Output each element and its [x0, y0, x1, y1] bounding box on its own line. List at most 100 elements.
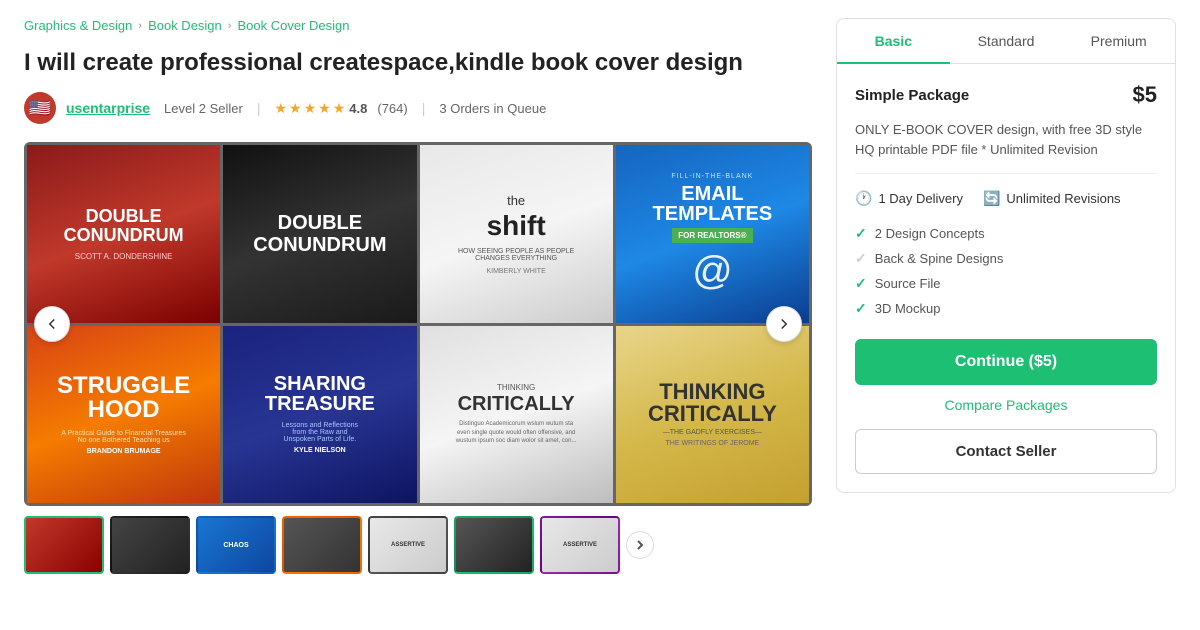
- cover-title-3: shift: [487, 212, 546, 240]
- package-tabs: Basic Standard Premium: [837, 19, 1175, 64]
- breadcrumb-link-3[interactable]: Book Cover Design: [237, 18, 349, 33]
- tab-premium[interactable]: Premium: [1062, 19, 1175, 63]
- delivery-info: 🕐 1 Day Delivery 🔄 Unlimited Revisions: [855, 190, 1157, 207]
- check-icon-2: ✓: [855, 250, 867, 267]
- cover-subtitle-4: FOR REALTORS®: [672, 228, 752, 243]
- thumbnail-5[interactable]: ASSERTIVE: [368, 516, 448, 574]
- feature-3: ✓ Source File: [855, 271, 1157, 296]
- cover-author-3: KIMBERLY WHITE: [486, 268, 545, 275]
- cover-title-1: DOUBLECONUNDRUM: [64, 207, 184, 247]
- package-content: Simple Package $5 ONLY E-BOOK COVER desi…: [837, 64, 1175, 492]
- package-header: Simple Package $5: [855, 82, 1157, 108]
- check-icon-1: ✓: [855, 225, 867, 242]
- thumbnail-1[interactable]: [24, 516, 104, 574]
- book-cover-8: THINKINGCRITICALLY —THE GADFLY EXERCISES…: [616, 326, 809, 504]
- star-1: ★: [274, 100, 287, 117]
- cover-subtitle-8: —THE GADFLY EXERCISES—: [663, 429, 762, 436]
- continue-button[interactable]: Continue ($5): [855, 339, 1157, 385]
- prev-image-button[interactable]: [34, 306, 70, 342]
- feature-4: ✓ 3D Mockup: [855, 296, 1157, 321]
- book-cover-4: FILL-IN-THE-BLANK EMAILTEMPLATES FOR REA…: [616, 145, 809, 323]
- star-5: ★: [333, 100, 346, 117]
- cover-title-8: THINKINGCRITICALLY: [648, 381, 777, 425]
- book-cover-1: DOUBLECONUNDRUM SCOTT A. DONDERSHINE: [27, 145, 220, 323]
- main-image-container: DOUBLECONUNDRUM SCOTT A. DONDERSHINE DOU…: [24, 142, 812, 506]
- seller-info: 🇺🇸 usentarprise Level 2 Seller | ★ ★ ★ ★…: [24, 92, 812, 124]
- cover-author-5: BRANDON BRUMAGE: [87, 448, 161, 455]
- breadcrumb-link-2[interactable]: Book Design: [148, 18, 222, 33]
- cover-subtitle-3: HOW SEEING PEOPLE AS PEOPLECHANGES EVERY…: [458, 248, 574, 262]
- feature-label-4: 3D Mockup: [875, 301, 941, 316]
- package-price: $5: [1133, 82, 1157, 108]
- revisions-label: Unlimited Revisions: [1006, 191, 1120, 206]
- cover-title-6: SHARINGTREASURE: [265, 374, 375, 414]
- cover-body-7: Distinguo Academicorum wslum wutum staev…: [456, 420, 577, 445]
- star-2: ★: [289, 100, 302, 117]
- contact-seller-button[interactable]: Contact Seller: [855, 429, 1157, 474]
- cover-subtitle-5: A Practical Guide to Financial Treasures…: [61, 430, 186, 444]
- cover-icon-4: @: [692, 249, 733, 294]
- book-cover-7: THINKING CRITICALLY Distinguo Academicor…: [420, 326, 613, 504]
- book-cover-6: SHARINGTREASURE Lessons and Reflectionsf…: [223, 326, 416, 504]
- revisions-info: 🔄 Unlimited Revisions: [983, 190, 1121, 207]
- breadcrumb-link-1[interactable]: Graphics & Design: [24, 18, 132, 33]
- clock-icon: 🕐: [855, 190, 872, 207]
- check-icon-4: ✓: [855, 300, 867, 317]
- divider-2: |: [422, 100, 426, 116]
- star-rating: ★ ★ ★ ★ ★ 4.8: [274, 100, 367, 117]
- feature-label-3: Source File: [875, 276, 941, 291]
- thumbnail-6[interactable]: [454, 516, 534, 574]
- compare-packages-link[interactable]: Compare Packages: [855, 397, 1157, 413]
- cover-subtitle-6: Lessons and Reflectionsfrom the Raw andU…: [282, 422, 358, 443]
- tab-standard[interactable]: Standard: [950, 19, 1063, 63]
- reviews-count: (764): [377, 101, 407, 116]
- seller-level: Level 2 Seller: [164, 101, 243, 116]
- cover-sub2-8: THE WRITINGS OF JEROME: [666, 440, 760, 447]
- thumbnail-next-button[interactable]: [626, 531, 654, 559]
- seller-flag: 🇺🇸: [29, 92, 51, 124]
- delivery-time-label: 1 Day Delivery: [878, 191, 963, 206]
- package-panel: Basic Standard Premium Simple Package $5…: [836, 18, 1176, 574]
- seller-avatar: 🇺🇸: [24, 92, 56, 124]
- listing-left-column: Graphics & Design › Book Design › Book C…: [24, 18, 812, 574]
- feature-label-2: Back & Spine Designs: [875, 251, 1004, 266]
- thumbnail-3[interactable]: CHAOS: [196, 516, 276, 574]
- thumbnail-4[interactable]: [282, 516, 362, 574]
- breadcrumb-sep-2: ›: [228, 20, 232, 32]
- cover-author-6: KYLE NIELSON: [294, 447, 346, 454]
- feature-label-1: 2 Design Concepts: [875, 226, 985, 241]
- book-cover-3: the shift HOW SEEING PEOPLE AS PEOPLECHA…: [420, 145, 613, 323]
- refresh-icon: 🔄: [983, 190, 1000, 207]
- package-name: Simple Package: [855, 87, 969, 104]
- star-4: ★: [318, 100, 331, 117]
- features-list: ✓ 2 Design Concepts ✓ Back & Spine Desig…: [855, 221, 1157, 321]
- book-covers-grid: DOUBLECONUNDRUM SCOTT A. DONDERSHINE DOU…: [24, 142, 812, 506]
- cover-title-7: CRITICALLY: [458, 394, 575, 414]
- thumbnail-strip: CHAOS ASSERTIVE ASSERTIVE: [24, 516, 812, 574]
- check-icon-3: ✓: [855, 275, 867, 292]
- tab-basic[interactable]: Basic: [837, 19, 950, 63]
- package-description: ONLY E-BOOK COVER design, with free 3D s…: [855, 120, 1157, 174]
- rating-value: 4.8: [349, 101, 367, 116]
- feature-2: ✓ Back & Spine Designs: [855, 246, 1157, 271]
- listing-title: I will create professional createspace,k…: [24, 47, 812, 78]
- delivery-time: 🕐 1 Day Delivery: [855, 190, 963, 207]
- cover-title-2: DOUBLECONUNDRUM: [253, 212, 386, 256]
- divider: |: [257, 100, 261, 116]
- star-3: ★: [304, 100, 317, 117]
- package-card: Basic Standard Premium Simple Package $5…: [836, 18, 1176, 493]
- book-cover-5: STRUGGLEHOOD A Practical Guide to Financ…: [27, 326, 220, 504]
- cover-pretitle-3: the: [507, 193, 525, 208]
- next-image-button[interactable]: [766, 306, 802, 342]
- breadcrumb-sep-1: ›: [138, 20, 142, 32]
- thumbnail-2[interactable]: [110, 516, 190, 574]
- breadcrumb: Graphics & Design › Book Design › Book C…: [24, 18, 812, 33]
- cover-author-1: SCOTT A. DONDERSHINE: [75, 252, 173, 261]
- thumbnail-7[interactable]: ASSERTIVE: [540, 516, 620, 574]
- queue-count: 3 Orders in Queue: [439, 101, 546, 116]
- cover-pretitle-7: THINKING: [497, 383, 535, 392]
- book-cover-2: DOUBLECONUNDRUM: [223, 145, 416, 323]
- cover-title-4: EMAILTEMPLATES: [653, 184, 773, 224]
- seller-name[interactable]: usentarprise: [66, 100, 150, 116]
- cover-title-5: STRUGGLEHOOD: [57, 374, 190, 422]
